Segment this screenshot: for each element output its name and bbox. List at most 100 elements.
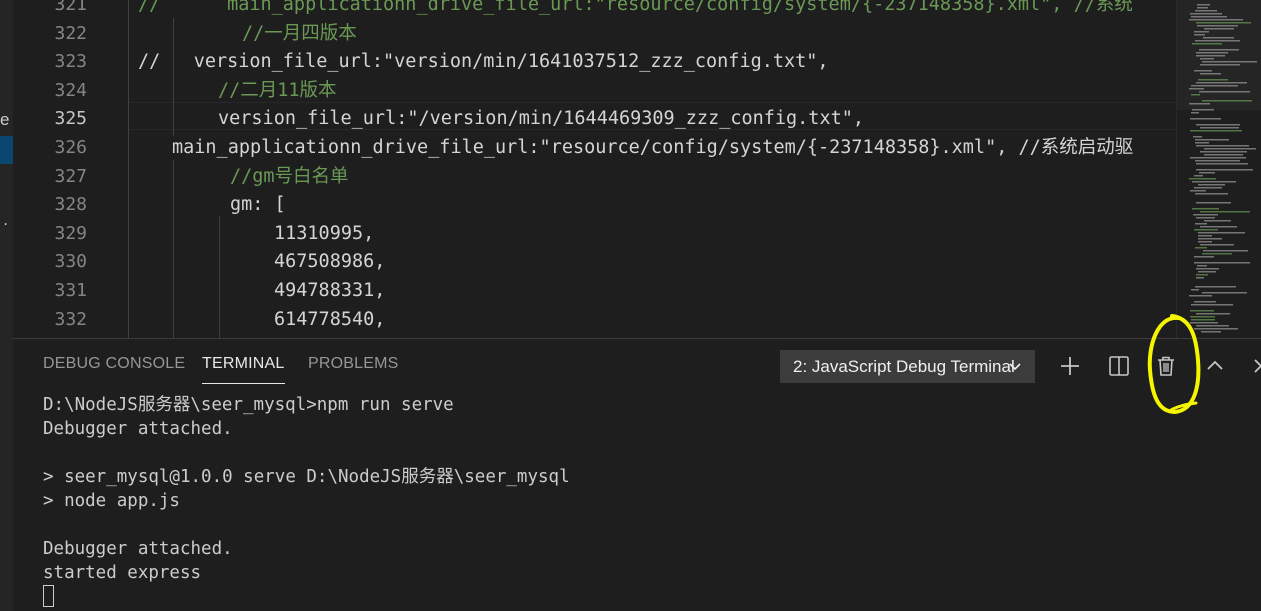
close-panel-button[interactable] (1249, 353, 1261, 379)
minimap-stroke (1196, 124, 1240, 126)
explorer-selected-item[interactable] (0, 136, 13, 164)
line-number: 328 (54, 194, 87, 216)
minimap-stroke (1199, 49, 1239, 51)
split-editor-icon (1109, 356, 1129, 376)
terminal-line: Debugger attached. (43, 419, 233, 439)
minimap-stroke (1196, 55, 1225, 57)
explorer-dot: . (2, 214, 10, 228)
minimap-stroke (1194, 31, 1209, 33)
minimap-stroke (1201, 331, 1221, 333)
code-line[interactable]: 331 494788331, (13, 277, 1176, 306)
minimap-stroke (1200, 151, 1247, 153)
minimap-stroke (1199, 91, 1250, 93)
code-text: //gm号白名单 (230, 165, 349, 187)
terminal-prompt-line (43, 585, 570, 609)
code-line[interactable]: 325 version_file_url:"/version/min/164446… (13, 105, 1176, 134)
minimap-stroke (1192, 181, 1236, 183)
minimap-stroke (1200, 64, 1240, 66)
line-number: 330 (54, 251, 87, 273)
minimap-stroke (1196, 313, 1230, 315)
kill-terminal-button[interactable] (1153, 353, 1179, 379)
minimap-stroke (1203, 250, 1248, 252)
terminal-line: > seer_mysql@1.0.0 serve D:\NodeJS服务器\se… (43, 467, 570, 487)
code-text: 467508986, (274, 251, 386, 273)
line-number: 331 (54, 280, 87, 301)
code-text: 494788331, (274, 280, 386, 301)
tab-debug-console[interactable]: DEBUG CONSOLE (43, 355, 185, 373)
minimap-stroke (1195, 286, 1236, 288)
bottom-panel: DEBUG CONSOLE TERMINAL PROBLEMS 2: JavaS… (13, 338, 1261, 611)
maximize-panel-button[interactable] (1202, 353, 1228, 379)
minimap-stroke (1191, 319, 1215, 321)
code-line[interactable]: 323 // version_file_url:"version/min/1641… (13, 48, 1176, 77)
code-line[interactable]: 329 11310995, (13, 220, 1176, 249)
code-line[interactable]: 321 // main_applicationn_drive_file_url:"… (13, 0, 1176, 20)
code-text: version_file_url:"/version/min/164446930… (218, 108, 865, 130)
minimap-stroke (1191, 94, 1200, 96)
minimap-stroke (1194, 328, 1238, 330)
code-line[interactable]: 324 //二月11版本 (13, 77, 1176, 106)
minimap-stroke (1190, 130, 1242, 132)
code-line[interactable]: 322 //一月四版本 (13, 20, 1176, 49)
new-terminal-button[interactable] (1057, 353, 1083, 379)
minimap-stroke (1199, 172, 1215, 174)
minimap-stroke (1196, 169, 1253, 171)
code-text: 11310995, (274, 222, 375, 244)
minimap-stroke (1190, 190, 1206, 192)
minimap-stroke (1189, 178, 1216, 180)
minimap-stroke (1189, 295, 1212, 297)
minimap-stroke (1196, 268, 1219, 270)
code-text: // version_file_url:"version/min/1641037… (138, 51, 829, 73)
minimap-stroke (1196, 22, 1251, 24)
minimap-stroke (1192, 109, 1214, 111)
minimap-stroke (1196, 274, 1208, 276)
minimap-stroke (1202, 100, 1252, 102)
minimap-stroke (1204, 220, 1231, 222)
line-number: 322 (54, 22, 87, 44)
terminal-select-dropdown[interactable]: 2: JavaScript Debug Terminal (780, 350, 1035, 383)
code-editor[interactable]: 321 // main_applicationn_drive_file_url:"… (13, 0, 1176, 338)
minimap-stroke (1203, 37, 1234, 39)
minimap-stroke (1190, 310, 1214, 312)
minimap-stroke (1200, 127, 1239, 129)
minimap-stroke (1190, 157, 1246, 159)
terminal-line: started express (43, 563, 202, 583)
tab-terminal[interactable]: TERMINAL (202, 355, 285, 384)
code-line[interactable]: 330 467508986, (13, 248, 1176, 277)
minimap-stroke (1194, 187, 1222, 189)
minimap-stroke (1196, 145, 1249, 147)
minimap[interactable] (1176, 0, 1261, 338)
line-number: 325 (54, 108, 87, 130)
minimap-stroke (1196, 52, 1228, 54)
minimap-stroke (1195, 223, 1207, 225)
minimap-stroke (1195, 193, 1228, 195)
minimap-stroke (1191, 112, 1199, 114)
minimap-stroke (1192, 208, 1219, 210)
code-line[interactable]: 326 main_applicationn_drive_file_url:"res… (13, 134, 1176, 163)
explorer-text-fragment: e (0, 110, 10, 129)
minimap-stroke (1198, 238, 1222, 240)
code-text: //一月四版本 (242, 22, 357, 44)
minimap-stroke (1194, 34, 1205, 36)
minimap-stroke (1195, 160, 1240, 162)
plus-icon (1061, 357, 1079, 375)
split-terminal-button[interactable] (1106, 353, 1132, 379)
minimap-stroke (1190, 13, 1222, 15)
minimap-stroke (1189, 19, 1243, 21)
minimap-stroke (1202, 61, 1257, 63)
minimap-stroke (1200, 244, 1234, 246)
terminal-output[interactable]: D:\NodeJS服务器\seer_mysql>npm run serve Deb… (43, 393, 570, 609)
terminal-line: D:\NodeJS服务器\seer_mysql>npm run serve (43, 395, 454, 415)
code-line[interactable]: 327 //gm号白名单 (13, 163, 1176, 192)
code-line[interactable]: 332 614778540, (13, 306, 1176, 335)
tab-problems[interactable]: PROBLEMS (308, 355, 399, 373)
code-text: 614778540, (274, 308, 386, 330)
chevron-down-icon (1008, 351, 1022, 382)
code-line[interactable]: 328 gm: [ (13, 191, 1176, 220)
minimap-stroke (1194, 175, 1203, 177)
line-number: 323 (54, 51, 87, 73)
minimap-stroke (1196, 82, 1247, 84)
minimap-stroke (1194, 301, 1216, 303)
minimap-stroke (1191, 85, 1238, 87)
